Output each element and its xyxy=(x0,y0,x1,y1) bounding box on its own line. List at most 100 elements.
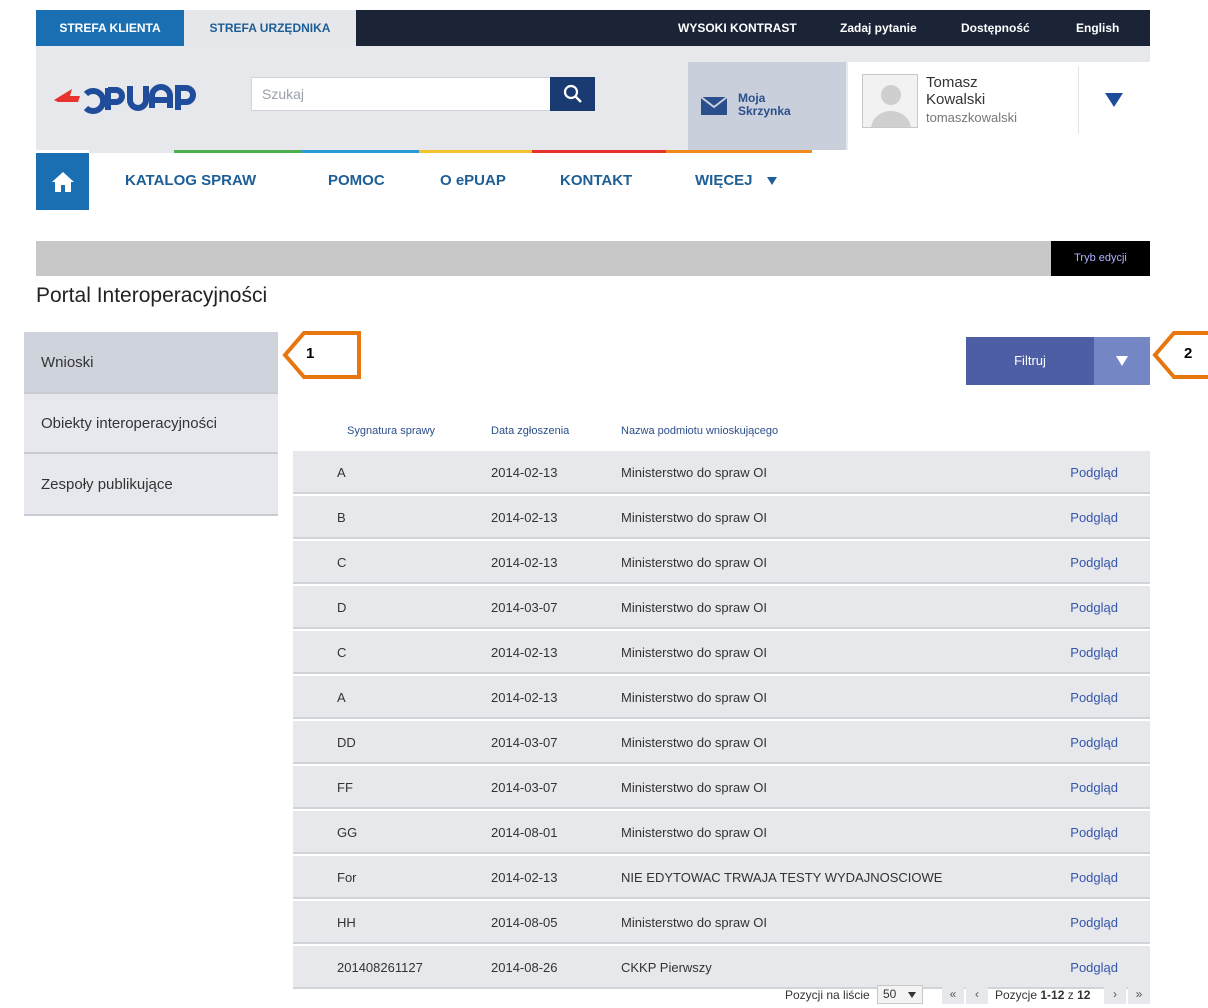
preview-link[interactable]: Podgląd xyxy=(1070,690,1118,705)
callout-2: 2 xyxy=(1152,330,1208,380)
epuap-logo[interactable] xyxy=(50,76,230,116)
column-header-entity[interactable]: Nazwa podmiotu wnioskującego xyxy=(621,425,778,437)
table-row: HH 2014-08-05 Ministerstwo do spraw OI Podg… xyxy=(293,901,1150,944)
first-page-button[interactable]: « xyxy=(942,985,964,1004)
pagination-status: Pozycje 1-12 z 12 xyxy=(995,988,1090,1002)
header: Moja Skrzynka Tomasz Kowalski tomaszkowa… xyxy=(36,46,1150,150)
cell-signature: DD xyxy=(337,735,356,750)
cell-entity-name: NIE EDYTOWAC TRWAJA TESTY WYDAJNOSCIOWE xyxy=(621,870,943,885)
preview-link[interactable]: Podgląd xyxy=(1070,465,1118,480)
color-strip xyxy=(89,150,174,153)
preview-link[interactable]: Podgląd xyxy=(1070,600,1118,615)
cell-signature: HH xyxy=(337,915,356,930)
cell-signature: GG xyxy=(337,825,358,840)
user-last-name: Kowalski xyxy=(926,91,986,108)
table-row: A 2014-02-13 Ministerstwo do spraw OI Podgl… xyxy=(293,451,1150,494)
cell-entity-name: CKKP Pierwszy xyxy=(621,960,712,975)
cell-signature: 201408261127 xyxy=(337,960,423,975)
zone-official-tab[interactable]: STREFA URZĘDNIKA xyxy=(184,10,356,46)
preview-link[interactable]: Podgląd xyxy=(1070,960,1118,975)
cell-entity-name: Ministerstwo do spraw OI xyxy=(621,735,767,750)
table-row: For 2014-02-13 NIE EDYTOWAC TRWAJA TESTY W… xyxy=(293,856,1150,899)
of-label: z xyxy=(1067,988,1074,1002)
table-row: C 2014-02-13 Ministerstwo do spraw OI Podgl… xyxy=(293,541,1150,584)
page-title: Portal Interoperacyjności xyxy=(36,284,268,307)
per-page-value: 50 xyxy=(883,987,897,1001)
user-login: tomaszkowalski xyxy=(926,110,1018,125)
cell-entity-name: Ministerstwo do spraw OI xyxy=(621,600,767,615)
cell-entity-name: Ministerstwo do spraw OI xyxy=(621,465,767,480)
nav-catalog[interactable]: KATALOG SPRAW xyxy=(125,172,256,189)
preview-link[interactable]: Podgląd xyxy=(1070,555,1118,570)
sidebar-item-publishing-teams[interactable]: Zespoły publikujące xyxy=(24,454,278,516)
user-avatar-icon xyxy=(871,85,911,127)
avatar xyxy=(862,74,918,128)
user-divider xyxy=(1078,66,1079,134)
column-header-date[interactable]: Data zgłoszenia xyxy=(491,425,569,437)
cell-date: 2014-02-13 xyxy=(491,645,558,660)
search-box xyxy=(251,77,551,111)
chevron-down-icon xyxy=(908,992,916,998)
color-strip-blue xyxy=(302,150,419,153)
cell-entity-name: Ministerstwo do spraw OI xyxy=(621,555,767,570)
cell-entity-name: Ministerstwo do spraw OI xyxy=(621,645,767,660)
top-bar: STREFA KLIENTA STREFA URZĘDNIKA WYSOKI K… xyxy=(36,10,1150,46)
filter-button[interactable]: Filtruj xyxy=(966,337,1094,385)
table-row: 201408261127 2014-08-26 CKKP Pierwszy Podgl… xyxy=(293,946,1150,989)
cell-signature: C xyxy=(337,555,347,570)
sidebar-item-requests[interactable]: Wnioski xyxy=(24,332,278,394)
nav-contact[interactable]: KONTAKT xyxy=(560,172,632,189)
cell-signature: For xyxy=(337,870,357,885)
cell-date: 2014-02-13 xyxy=(491,690,558,705)
callout-1: 1 xyxy=(282,330,362,380)
prev-page-button[interactable]: ‹ xyxy=(966,985,988,1004)
cell-date: 2014-02-13 xyxy=(491,870,558,885)
edit-mode-button[interactable]: Tryb edycji xyxy=(1051,241,1150,276)
column-header-signature[interactable]: Sygnatura sprawy xyxy=(347,425,435,437)
home-button[interactable] xyxy=(36,153,89,210)
cell-date: 2014-08-01 xyxy=(491,825,558,840)
ask-question-link[interactable]: Zadaj pytanie xyxy=(840,10,917,46)
filter-toggle-button[interactable] xyxy=(1094,337,1150,385)
per-page-label: Pozycji na liście xyxy=(785,988,870,1002)
last-page-button[interactable]: » xyxy=(1128,985,1150,1004)
cell-signature: A xyxy=(337,465,346,480)
preview-link[interactable]: Podgląd xyxy=(1070,510,1118,525)
next-page-button[interactable]: › xyxy=(1104,985,1126,1004)
cell-date: 2014-03-07 xyxy=(491,600,558,615)
cell-entity-name: Ministerstwo do spraw OI xyxy=(621,510,767,525)
cell-entity-name: Ministerstwo do spraw OI xyxy=(621,915,767,930)
cell-date: 2014-02-13 xyxy=(491,510,558,525)
sidebar-item-interop-objects[interactable]: Obiekty interoperacyjności xyxy=(24,394,278,454)
preview-link[interactable]: Podgląd xyxy=(1070,825,1118,840)
preview-link[interactable]: Podgląd xyxy=(1070,915,1118,930)
search-input[interactable] xyxy=(262,78,542,110)
positions-range: 1-12 xyxy=(1040,988,1065,1002)
per-page-select[interactable]: 50 xyxy=(877,985,923,1004)
accessibility-link[interactable]: Dostępność xyxy=(961,10,1030,46)
preview-link[interactable]: Podgląd xyxy=(1070,645,1118,660)
nav-more-label: WIĘCEJ xyxy=(695,172,753,189)
english-link[interactable]: English xyxy=(1076,10,1119,46)
cell-signature: A xyxy=(337,690,346,705)
high-contrast-link[interactable]: WYSOKI KONTRAST xyxy=(678,10,797,46)
preview-link[interactable]: Podgląd xyxy=(1070,870,1118,885)
callout-2-label: 2 xyxy=(1184,345,1193,362)
preview-link[interactable]: Podgląd xyxy=(1070,735,1118,750)
edit-bar xyxy=(36,241,1150,276)
mailbox-button[interactable]: Moja Skrzynka xyxy=(688,62,846,150)
cell-entity-name: Ministerstwo do spraw OI xyxy=(621,780,767,795)
callout-1-label: 1 xyxy=(306,345,315,362)
user-menu[interactable]: Tomasz Kowalski tomaszkowalski xyxy=(848,62,1150,150)
cell-signature: B xyxy=(337,510,346,525)
chevron-down-icon[interactable] xyxy=(1104,92,1124,108)
preview-link[interactable]: Podgląd xyxy=(1070,780,1118,795)
table-row: C 2014-02-13 Ministerstwo do spraw OI Podgl… xyxy=(293,631,1150,674)
nav-help[interactable]: POMOC xyxy=(328,172,385,189)
search-button[interactable] xyxy=(550,77,595,111)
cell-date: 2014-03-07 xyxy=(491,780,558,795)
nav-about[interactable]: O ePUAP xyxy=(440,172,506,189)
nav-more[interactable]: WIĘCEJ xyxy=(695,172,777,189)
zone-client-tab[interactable]: STREFA KLIENTA xyxy=(36,10,184,46)
callout-2-frame xyxy=(1152,331,1208,379)
